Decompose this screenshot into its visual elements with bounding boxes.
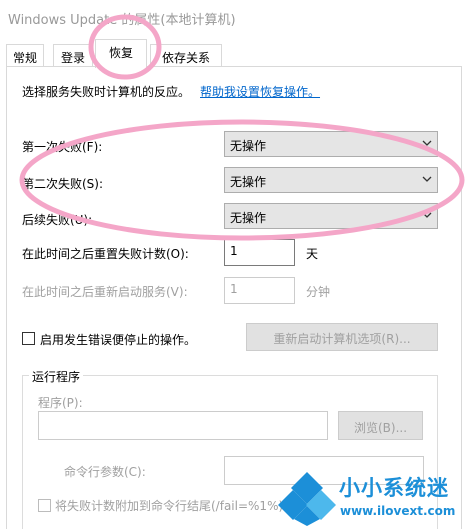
watermark-url: www.ilovext.com [340,504,456,518]
tab-dependencies[interactable]: 依存关系 [150,44,222,67]
second-failure-label: 第二次失败(S): [22,177,104,191]
restart-service-input[interactable]: 1 [224,277,295,304]
second-failure-select[interactable]: 无操作 [224,167,438,193]
first-failure-label: 第一次失败(F): [22,140,103,154]
first-failure-value: 无操作 [230,139,267,153]
restart-service-label: 在此时间之后重新启动服务(V): [22,285,188,299]
restart-computer-options-button[interactable]: 重新启动计算机选项(R)... [246,323,438,351]
tab-general[interactable]: 常规 [6,44,44,67]
subsequent-failures-label: 后续失败(U): [22,213,93,227]
help-link[interactable]: 帮助我设置恢复操作。 [200,83,320,100]
title-bar: Windows Update 的属性(本地计算机) [0,0,466,34]
browse-button[interactable]: 浏览(B)... [338,411,423,440]
params-label: 命令行参数(C): [64,465,146,479]
watermark-name: 小小系统迷 [339,476,449,500]
reset-count-label: 在此时间之后重置失败计数(O): [22,247,189,261]
chevron-down-icon [422,212,432,218]
subsequent-failures-value: 无操作 [230,211,267,225]
tab-recovery[interactable]: 恢复 [95,39,147,68]
tab-logon[interactable]: 登录 [53,44,93,67]
chevron-down-icon [422,176,432,182]
restart-service-value: 1 [230,282,238,296]
brand-logo-icon [278,472,336,526]
first-failure-select[interactable]: 无操作 [224,131,438,157]
chevron-down-icon [422,140,432,146]
subsequent-failures-select[interactable]: 无操作 [224,203,438,229]
restart-service-unit: 分钟 [306,285,331,299]
stop-errors-label: 启用发生错误便停止的操作。 [40,333,197,347]
tab-strip: 常规 登录 恢复 依存关系 [0,34,466,68]
append-fail-count-label: 将失败计数附加到命令行结尾(/fail=%1%)(E) [55,499,301,513]
program-input[interactable] [38,411,328,440]
append-fail-count-checkbox[interactable] [38,499,51,512]
intro-text: 选择服务失败时计算机的反应。 [22,85,191,99]
watermark: 小小系统迷 www.ilovext.com [276,466,466,529]
second-failure-value: 无操作 [230,175,267,189]
window-title: Windows Update 的属性(本地计算机) [8,13,236,28]
reset-count-value: 1 [230,244,238,258]
reset-count-unit: 天 [306,247,319,261]
program-label: 程序(P): [38,396,83,410]
reset-count-input[interactable]: 1 [224,239,295,266]
stop-errors-checkbox[interactable] [22,332,35,345]
run-program-group-label: 运行程序 [29,368,84,385]
